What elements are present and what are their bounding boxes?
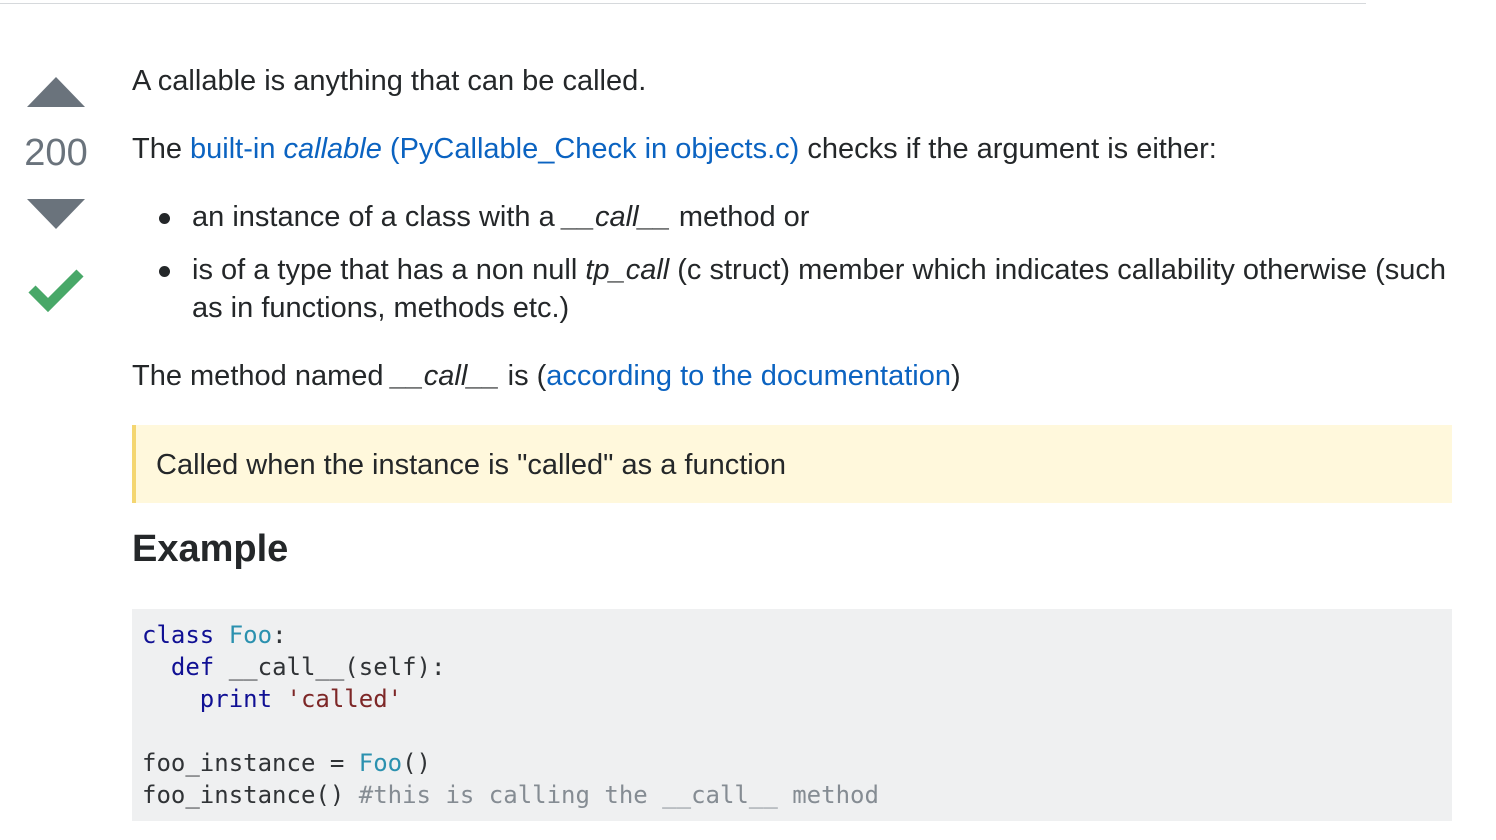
code-text: foo_instance = (142, 749, 359, 777)
bullet-text: method or (670, 201, 810, 233)
code-comment: #this is calling the __call__ method (358, 781, 879, 809)
vote-count: 200 (24, 132, 88, 174)
code-string: 'called' (286, 685, 403, 713)
top-divider (0, 0, 1366, 4)
code-class-name: Foo (228, 621, 273, 649)
vote-column: 200 (18, 68, 94, 313)
list-item: is of a type that has a non null tp_call… (159, 251, 1452, 327)
documentation-quote: Called when the instance is "called" as … (132, 425, 1452, 503)
code-keyword: class (142, 621, 215, 649)
p2-post: checks if the argument is either: (799, 133, 1217, 165)
criteria-list: an instance of a class with a __call__ m… (132, 198, 1452, 327)
code-text: : (272, 621, 287, 649)
code-text: __call__(self): (214, 653, 446, 681)
link-text-italic: callable (283, 133, 382, 165)
p3-post: ) (950, 360, 961, 392)
p3-pre: The method named (132, 360, 392, 392)
upvote-icon[interactable] (27, 77, 85, 107)
downvote-icon[interactable] (27, 199, 85, 229)
code-class-name: Foo (358, 749, 403, 777)
documentation-link[interactable]: according to the documentation (546, 360, 951, 392)
paragraph-builtin: The built-in callable (PyCallable_Check … (132, 130, 1452, 168)
bullet-italic: tp_call (585, 254, 670, 286)
code-keyword: def (170, 653, 215, 681)
link-text-b: (PyCallable_Check in objects.c) (381, 133, 800, 165)
accepted-checkmark-icon (28, 269, 84, 313)
p2-pre: The (132, 133, 191, 165)
p3-italic: __call__ (391, 360, 500, 392)
code-text: foo_instance() (142, 781, 359, 809)
example-heading: Example (132, 528, 289, 570)
builtin-callable-link[interactable]: built-in callable (PyCallable_Check in o… (190, 133, 799, 165)
paragraph-intro: A callable is anything that can be calle… (132, 65, 647, 97)
link-text-a: built-in (190, 133, 284, 165)
bullet-text: is of a type that has a non null (192, 254, 586, 286)
bullet-text: an instance of a class with a (192, 201, 563, 233)
bullet-italic: __call__ (562, 201, 671, 233)
list-item: an instance of a class with a __call__ m… (159, 198, 1452, 236)
code-text: () (402, 749, 432, 777)
paragraph-method: The method named __call__ is (according … (132, 357, 1452, 395)
answer-body: A callable is anything that can be calle… (132, 62, 1452, 821)
p3-mid: is ( (499, 360, 547, 392)
code-block[interactable]: class Foo: def __call__(self): print 'ca… (132, 609, 1452, 821)
code-keyword: print (199, 685, 273, 713)
